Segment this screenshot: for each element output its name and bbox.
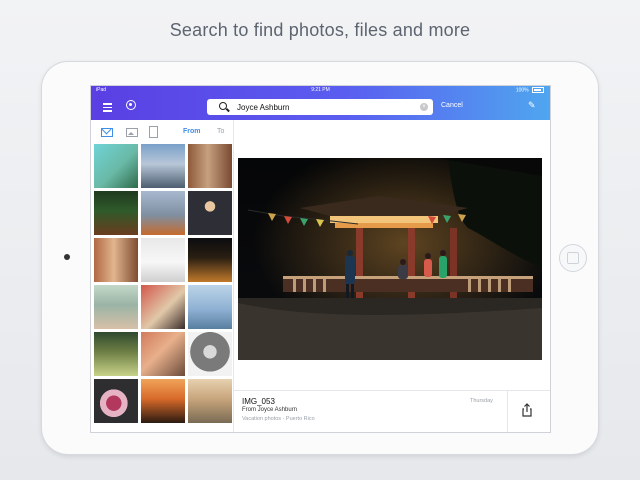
filter-from[interactable]: From [183,128,201,135]
battery-percent: 100% [515,87,529,94]
thumbnail[interactable] [188,238,232,282]
thumbnail-grid [94,144,232,430]
ipad-device: iPad 9:21 PM 100% × Cancel ✎ [42,62,598,454]
search-icon [219,102,227,110]
thumbnail[interactable] [94,285,138,329]
share-icon[interactable] [522,403,532,417]
thumbnail[interactable] [188,285,232,329]
battery-icon [532,87,544,93]
thumbnail[interactable] [188,332,232,376]
home-button[interactable] [559,244,587,272]
thumbnail[interactable] [94,332,138,376]
thumbnail[interactable] [141,191,185,235]
top-bar: iPad 9:21 PM 100% × Cancel ✎ [91,86,550,120]
cancel-button[interactable]: Cancel [441,102,463,109]
sender: From Joyce Ashburn [242,407,298,413]
night-pavilion-photo [238,158,542,360]
thumbnail[interactable] [141,332,185,376]
battery-status: 100% [516,87,544,93]
thumbnail[interactable] [141,144,185,188]
search-input[interactable] [237,100,407,114]
subject: Vacation photos - Puerto Rico [242,416,315,422]
status-time: 9:21 PM [311,87,330,93]
clear-icon[interactable]: × [420,103,428,111]
menu-icon[interactable] [103,101,112,114]
thumbnail[interactable] [94,238,138,282]
account-icon[interactable] [126,100,136,110]
thumbnail[interactable] [94,379,138,423]
compose-icon[interactable]: ✎ [528,100,536,111]
filter-to[interactable]: To [217,128,224,135]
filter-bar: From To [91,120,233,144]
thumbnail[interactable] [188,191,232,235]
thumbnail[interactable] [94,144,138,188]
photo-viewer: IMG_053 From Joyce Ashburn Vacation phot… [234,120,550,432]
divider [507,391,508,432]
photo-icon[interactable] [126,128,138,137]
sidebar: From To [91,120,234,432]
thumbnail[interactable] [94,191,138,235]
thumbnail[interactable] [141,379,185,423]
detail-bar: IMG_053 From Joyce Ashburn Vacation phot… [234,390,550,432]
status-bar: iPad 9:21 PM 100% [91,86,550,95]
app-screen: iPad 9:21 PM 100% × Cancel ✎ [90,85,551,433]
doc-icon[interactable] [149,126,158,138]
camera-dot [64,254,70,260]
mail-icon[interactable] [101,128,113,137]
search-box[interactable]: × [207,99,433,115]
thumbnail[interactable] [188,379,232,423]
thumbnail[interactable] [141,285,185,329]
thumbnail[interactable] [188,144,232,188]
date: Thursday [470,398,493,404]
file-name: IMG_053 [242,397,275,406]
main-photo[interactable] [238,158,542,360]
headline: Search to find photos, files and more [169,20,471,40]
thumbnail[interactable] [141,238,185,282]
